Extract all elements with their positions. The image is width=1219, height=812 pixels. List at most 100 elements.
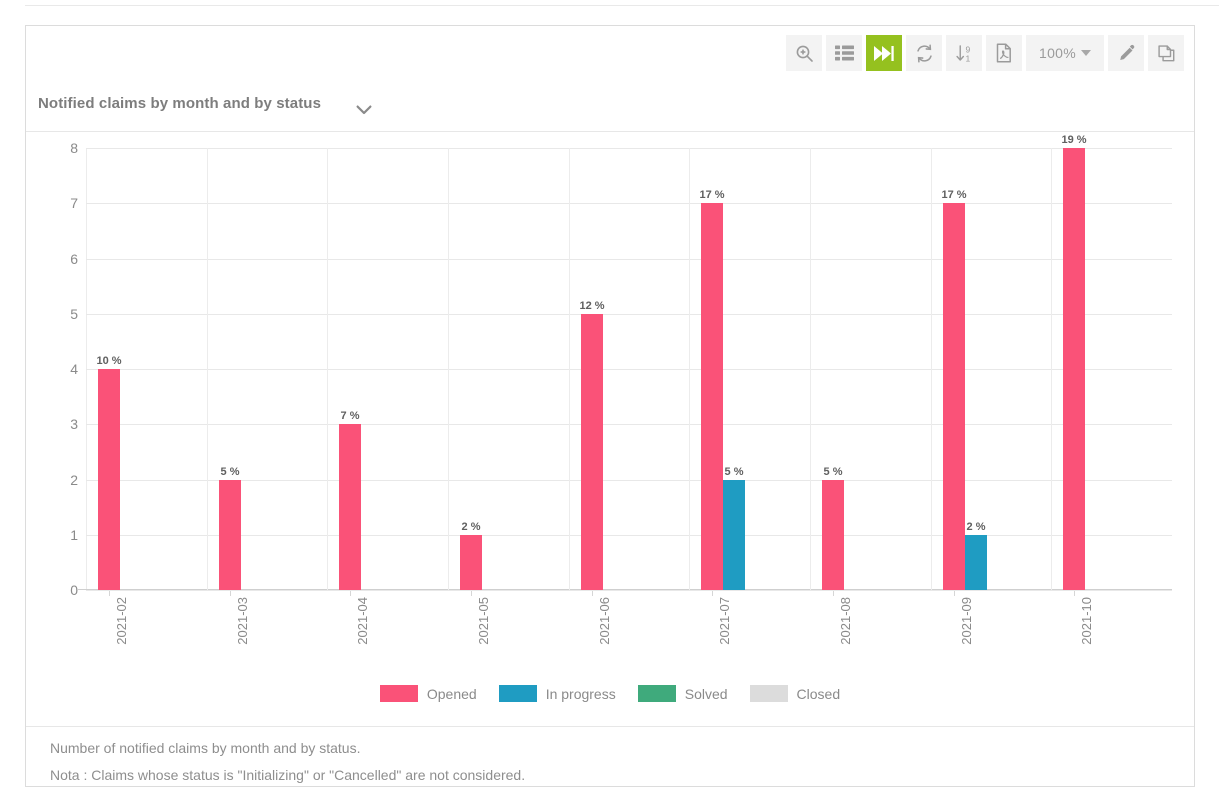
page-top-divider bbox=[25, 5, 1219, 6]
gridline bbox=[86, 479, 1172, 481]
x-axis-tick-label: 2021-03 bbox=[235, 597, 250, 645]
bar-value-label: 5 % bbox=[220, 465, 240, 478]
pdf-export-icon bbox=[995, 43, 1013, 63]
bar-value-label: 12 % bbox=[579, 299, 605, 312]
x-axis-tick bbox=[833, 591, 834, 596]
y-axis-tick-label: 4 bbox=[70, 361, 78, 377]
bar[interactable]: 5 % bbox=[723, 466, 745, 590]
edit-icon-button[interactable] bbox=[1108, 35, 1144, 71]
x-axis-tick bbox=[230, 591, 231, 596]
copy-icon-button[interactable] bbox=[1148, 35, 1184, 71]
footer-line-1: Number of notified claims by month and b… bbox=[50, 740, 361, 756]
bar-value-label: 5 % bbox=[724, 465, 744, 478]
x-axis-tick bbox=[109, 591, 110, 596]
bar[interactable]: 12 % bbox=[579, 300, 605, 590]
sort-descending-icon: 9 1 bbox=[955, 44, 974, 63]
gridline bbox=[86, 424, 1172, 426]
bar[interactable]: 17 % bbox=[699, 189, 725, 590]
category-separator bbox=[207, 148, 208, 590]
bar-value-label: 2 % bbox=[966, 520, 986, 533]
x-axis-tick-label: 2021-07 bbox=[717, 597, 732, 645]
bar-value-label: 10 % bbox=[96, 355, 122, 367]
title-chevron-down-icon[interactable] bbox=[356, 105, 372, 115]
legend-label: Solved bbox=[684, 685, 728, 702]
bar-group: 19 % bbox=[1061, 134, 1087, 590]
zoom-in-icon-button[interactable] bbox=[786, 35, 822, 71]
bar[interactable]: 7 % bbox=[339, 410, 361, 590]
legend-label: In progress bbox=[545, 685, 616, 702]
svg-text:1: 1 bbox=[965, 53, 970, 62]
bar[interactable]: 5 % bbox=[219, 466, 241, 590]
report-toolbar: 9 1 100% bbox=[786, 35, 1184, 71]
x-axis-tick bbox=[471, 591, 472, 596]
bar-group: 7 % bbox=[339, 148, 361, 590]
legend-item[interactable]: In progress bbox=[498, 685, 616, 702]
x-axis-tick-label: 2021-08 bbox=[838, 597, 853, 645]
chevron-down-icon bbox=[1081, 50, 1091, 56]
table-view-icon-button[interactable] bbox=[826, 35, 862, 71]
refresh-icon-button[interactable] bbox=[906, 35, 942, 71]
refresh-icon bbox=[915, 43, 934, 63]
x-axis-tick-label: 2021-05 bbox=[476, 597, 491, 645]
x-axis-tick-label: 2021-06 bbox=[597, 597, 612, 645]
y-axis-tick-label: 8 bbox=[70, 140, 78, 156]
x-axis-tick-label: 2021-10 bbox=[1079, 597, 1094, 645]
bar[interactable]: 19 % bbox=[1061, 134, 1087, 590]
bar-value-label: 5 % bbox=[823, 465, 843, 478]
bar-value-label: 2 % bbox=[461, 520, 481, 533]
chart-plot-area: 0 1 2 3 4 5 6 7 8 10 % 5 % 7 % 2 % 12 % 17 % 5 % 5 % 17 %… bbox=[70, 134, 1172, 597]
bar-group: 12 % bbox=[579, 148, 605, 590]
y-axis-tick-label: 7 bbox=[70, 195, 78, 212]
category-separator bbox=[327, 148, 328, 590]
bar-value-label: 7 % bbox=[340, 410, 360, 423]
page-root: 9 1 100% Notified claims by month and by… bbox=[0, 0, 1219, 812]
gridline bbox=[86, 369, 1172, 370]
bar[interactable]: 17 % bbox=[941, 189, 967, 590]
bar[interactable]: 2 % bbox=[460, 521, 482, 590]
gridline bbox=[86, 203, 1172, 205]
bar[interactable]: 5 % bbox=[822, 466, 844, 590]
sort-descending-icon-button[interactable]: 9 1 bbox=[946, 35, 982, 71]
zoom-level-select[interactable]: 100% bbox=[1026, 35, 1104, 71]
legend-swatch bbox=[498, 685, 537, 702]
skip-forward-icon bbox=[874, 45, 894, 62]
category-separator bbox=[810, 148, 811, 590]
legend-item[interactable]: Opened bbox=[379, 685, 477, 702]
y-axis-tick-label: 3 bbox=[70, 416, 78, 433]
bar-group: 5 % bbox=[822, 148, 844, 590]
y-axis-tick-label: 1 bbox=[70, 526, 78, 543]
bar[interactable]: 10 % bbox=[96, 355, 122, 590]
panel-title-bar: Notified claims by month and by status bbox=[26, 86, 1194, 132]
table-view-icon bbox=[834, 45, 854, 61]
bar-group: 2 % bbox=[460, 148, 482, 590]
footer-line-2: Nota : Claims whose status is "Initializ… bbox=[50, 766, 526, 783]
bar[interactable]: 2 % bbox=[965, 521, 987, 590]
report-card: 9 1 100% Notified claims by month and by… bbox=[25, 25, 1195, 787]
legend-item[interactable]: Closed bbox=[749, 685, 841, 702]
bar-group: 17 % 5 % bbox=[699, 148, 745, 590]
category-separator bbox=[689, 148, 690, 590]
legend-swatch bbox=[379, 685, 418, 702]
legend-item[interactable]: Solved bbox=[637, 685, 728, 702]
x-axis-tick-label: 2021-04 bbox=[355, 597, 370, 645]
category-separator bbox=[448, 148, 449, 590]
legend-label: Closed bbox=[796, 685, 841, 702]
gridline bbox=[86, 258, 1172, 260]
chart-legend: Opened In progress Solved Closed bbox=[26, 685, 1194, 702]
x-axis-tick bbox=[350, 591, 351, 596]
gridline bbox=[86, 534, 1172, 536]
category-separator bbox=[931, 148, 932, 590]
pdf-export-icon-button[interactable] bbox=[986, 35, 1022, 71]
legend-swatch bbox=[749, 685, 788, 702]
category-separator bbox=[1051, 148, 1052, 590]
x-axis-tick bbox=[1074, 591, 1075, 596]
skip-forward-icon-button[interactable] bbox=[866, 35, 902, 71]
gridline bbox=[86, 148, 1172, 149]
bar-value-label: 17 % bbox=[699, 189, 725, 202]
x-axis-tick bbox=[954, 591, 955, 596]
pencil-icon bbox=[1117, 44, 1136, 63]
y-axis-tick-label: 2 bbox=[70, 471, 78, 488]
chart-container: 0 1 2 3 4 5 6 7 8 10 % 5 % 7 % 2 % 12 % 17 % 5 % 5 % 17 %… bbox=[26, 133, 1194, 728]
report-footer: Number of notified claims by month and b… bbox=[26, 726, 1194, 786]
bar-value-label: 17 % bbox=[941, 189, 967, 202]
